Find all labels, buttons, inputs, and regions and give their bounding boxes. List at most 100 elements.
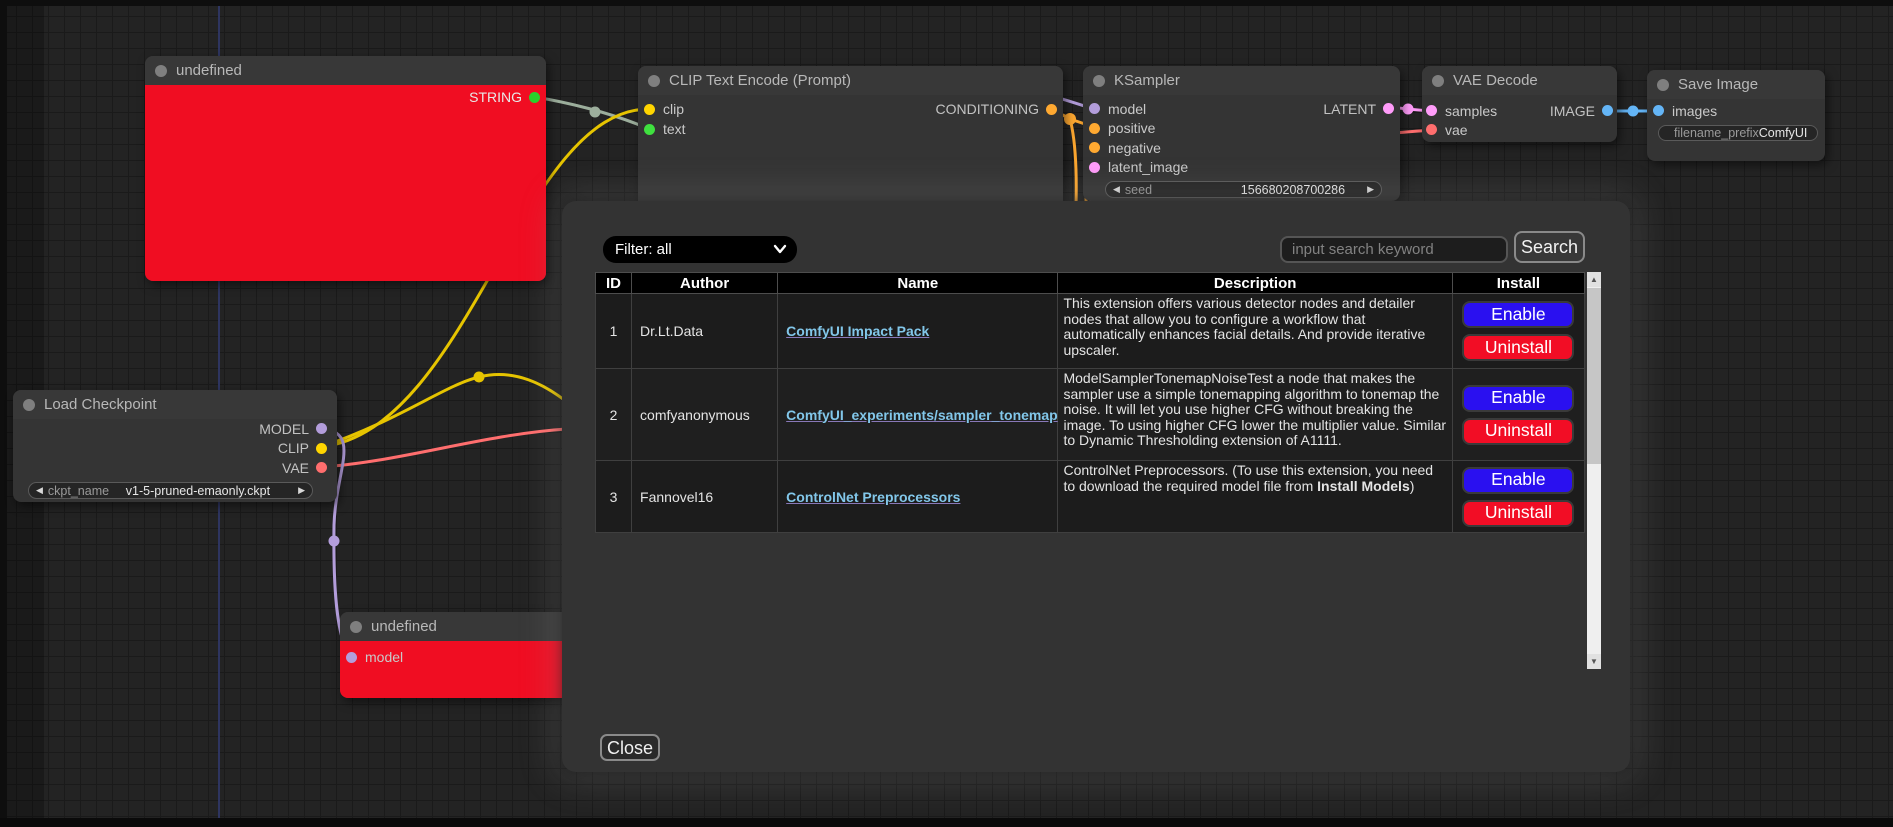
collapse-dot-icon[interactable]	[1432, 75, 1444, 87]
widget-value: v1-5-pruned-emaonly.ckpt	[126, 484, 270, 498]
install-cell: Enable Uninstall	[1452, 294, 1584, 369]
extension-table: IDAuthorNameDescriptionInstall 1Dr.Lt.Da…	[595, 272, 1585, 533]
output-label: LATENT	[1323, 101, 1376, 117]
input-slot-positive[interactable]	[1089, 123, 1100, 134]
extension-name-cell: ControlNet Preprocessors	[778, 461, 1058, 533]
input-slot-negative[interactable]	[1089, 142, 1100, 153]
node-save-image[interactable]: Save Image images filename_prefix ComfyU…	[1647, 70, 1825, 161]
input-slot-text[interactable]	[644, 124, 655, 135]
increment-arrow-icon[interactable]: ▶	[1367, 184, 1374, 195]
table-header-row: IDAuthorNameDescriptionInstall	[596, 273, 1585, 294]
extension-author: Fannovel16	[632, 461, 778, 533]
ckpt-name-widget[interactable]: ◀ ckpt_name v1-5-pruned-emaonly.ckpt ▶	[28, 482, 313, 499]
node-header[interactable]: Save Image	[1647, 70, 1825, 99]
input-slot-clip[interactable]	[644, 104, 655, 115]
extension-author: Dr.Lt.Data	[632, 294, 778, 369]
enable-button[interactable]: Enable	[1462, 385, 1574, 412]
node-title: Save Image	[1678, 76, 1758, 93]
input-label: samples	[1445, 103, 1497, 119]
decrement-arrow-icon[interactable]: ◀	[36, 485, 43, 496]
output-slot-vae[interactable]	[316, 462, 327, 473]
input-slot-samples[interactable]	[1426, 105, 1437, 116]
wire-dot	[1403, 104, 1414, 115]
collapse-dot-icon[interactable]	[1093, 75, 1105, 87]
filename-prefix-widget[interactable]: filename_prefix ComfyUI	[1658, 125, 1818, 141]
node-header[interactable]: CLIP Text Encode (Prompt)	[638, 66, 1063, 95]
extension-description: This extension offers various detector n…	[1058, 294, 1452, 369]
table-row: 2comfyanonymousComfyUI_experiments/sampl…	[596, 369, 1585, 461]
wire-dot	[1064, 113, 1076, 125]
scroll-up-icon[interactable]: ▲	[1587, 272, 1601, 287]
collapse-dot-icon[interactable]	[155, 65, 167, 77]
node-ksampler[interactable]: KSampler model LATENT positive	[1083, 66, 1400, 201]
uninstall-button[interactable]: Uninstall	[1462, 500, 1574, 527]
collapse-dot-icon[interactable]	[1657, 79, 1669, 91]
search-button[interactable]: Search	[1514, 231, 1585, 263]
node-header[interactable]: undefined	[145, 56, 546, 85]
output-slot-image[interactable]	[1602, 105, 1613, 116]
widget-value: 156680208700286	[1241, 183, 1345, 197]
extension-id: 1	[596, 294, 632, 369]
uninstall-button[interactable]: Uninstall	[1462, 334, 1574, 361]
increment-arrow-icon[interactable]: ▶	[298, 485, 305, 496]
extension-name-cell: ComfyUI_experiments/sampler_tonemap	[778, 369, 1058, 461]
widget-label: seed	[1125, 183, 1152, 197]
input-slot-images[interactable]	[1653, 105, 1664, 116]
node-title: KSampler	[1114, 72, 1180, 89]
column-header-install: Install	[1452, 273, 1584, 294]
output-slot-conditioning[interactable]	[1046, 104, 1057, 115]
close-button[interactable]: Close	[600, 734, 660, 761]
column-header-id: ID	[596, 273, 632, 294]
extension-name-link[interactable]: ComfyUI Impact Pack	[786, 323, 929, 339]
extension-author: comfyanonymous	[632, 369, 778, 461]
node-vae-decode[interactable]: VAE Decode samples IMAGE vae	[1422, 66, 1617, 142]
node-title: VAE Decode	[1453, 72, 1538, 89]
node-title: Load Checkpoint	[44, 396, 157, 413]
wire-dot	[590, 107, 601, 118]
output-slot-latent[interactable]	[1383, 103, 1394, 114]
output-slot-model[interactable]	[316, 423, 327, 434]
node-title: undefined	[176, 62, 242, 79]
input-label: negative	[1108, 140, 1161, 156]
column-header-description: Description	[1058, 273, 1452, 294]
input-slot-vae[interactable]	[1426, 124, 1437, 135]
node-load-checkpoint[interactable]: Load Checkpoint MODEL CLIP VAE	[13, 390, 337, 502]
enable-button[interactable]: Enable	[1462, 301, 1574, 328]
input-label: latent_image	[1108, 159, 1188, 175]
table-row: 3Fannovel16ControlNet PreprocessorsContr…	[596, 461, 1585, 533]
input-slot-model[interactable]	[346, 652, 357, 663]
extension-name-cell: ComfyUI Impact Pack	[778, 294, 1058, 369]
extension-name-link[interactable]: ComfyUI_experiments/sampler_tonemap	[786, 407, 1058, 423]
output-label: MODEL	[259, 421, 309, 437]
node-header[interactable]: VAE Decode	[1422, 66, 1617, 95]
input-slot-model[interactable]	[1089, 103, 1100, 114]
output-slot-clip[interactable]	[316, 443, 327, 454]
collapse-dot-icon[interactable]	[350, 621, 362, 633]
collapse-dot-icon[interactable]	[648, 75, 660, 87]
output-slot-string[interactable]	[529, 92, 540, 103]
node-undefined-top[interactable]: undefined STRING	[145, 56, 546, 281]
output-label: IMAGE	[1550, 103, 1595, 119]
scroll-down-icon[interactable]: ▼	[1587, 654, 1601, 669]
extension-name-link[interactable]: ControlNet Preprocessors	[786, 489, 960, 505]
node-undefined-bottom[interactable]: undefined model	[340, 612, 570, 698]
scrollbar-thumb[interactable]	[1587, 288, 1601, 464]
node-header[interactable]: Load Checkpoint	[13, 390, 337, 419]
uninstall-button[interactable]: Uninstall	[1462, 418, 1574, 445]
scrollbar-track[interactable]: ▲ ▼	[1587, 272, 1601, 669]
output-label: CONDITIONING	[936, 101, 1039, 117]
node-header[interactable]: KSampler	[1083, 66, 1400, 95]
extension-id: 3	[596, 461, 632, 533]
input-label: model	[365, 649, 403, 665]
decrement-arrow-icon[interactable]: ◀	[1113, 184, 1120, 195]
filter-select[interactable]: Filter: all	[603, 236, 797, 263]
seed-widget[interactable]: ◀ seed 156680208700286 ▶	[1105, 181, 1382, 198]
column-header-name: Name	[778, 273, 1058, 294]
column-header-author: Author	[632, 273, 778, 294]
enable-button[interactable]: Enable	[1462, 467, 1574, 494]
node-header[interactable]: undefined	[340, 612, 570, 641]
output-label: STRING	[469, 89, 522, 105]
search-input[interactable]	[1280, 236, 1508, 263]
input-slot-latent-image[interactable]	[1089, 162, 1100, 173]
collapse-dot-icon[interactable]	[23, 399, 35, 411]
